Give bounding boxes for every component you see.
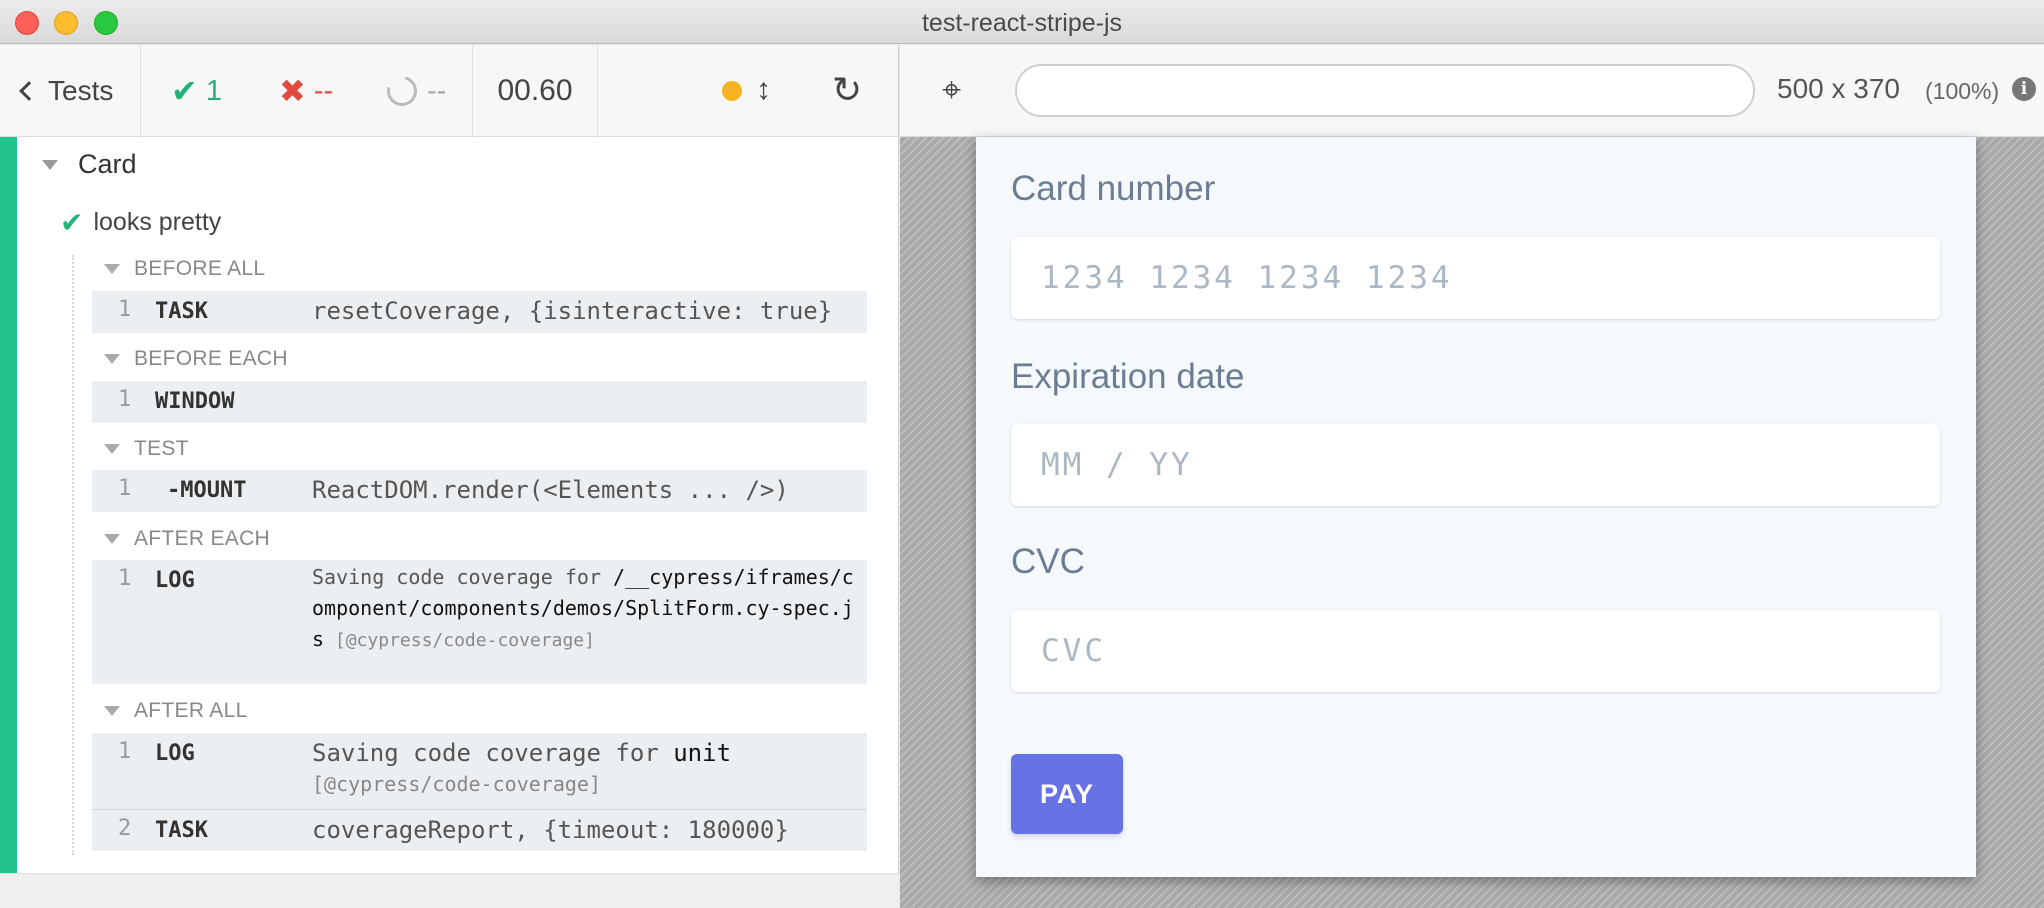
pending-count: -- xyxy=(427,74,447,107)
command-row[interactable]: 1 -MOUNT ReactDOM.render(<Elements ... /… xyxy=(92,470,867,512)
x-icon: ✖ xyxy=(279,73,306,109)
window-titlebar: test-react-stripe-js xyxy=(0,0,2044,44)
triangle-down-icon xyxy=(104,444,120,454)
url-input[interactable] xyxy=(1015,64,1755,117)
command-row[interactable]: 1 LOG Saving code coverage for unit [@cyp… xyxy=(92,733,867,809)
suite-status-bar xyxy=(0,137,17,873)
hook-title: AFTER EACH xyxy=(134,527,271,550)
tests-back-link[interactable]: Tests xyxy=(0,45,141,137)
message-prefix: Saving code coverage for xyxy=(312,739,674,767)
reporter-footer xyxy=(0,873,899,908)
failed-count: -- xyxy=(313,74,334,107)
command-number: 1 xyxy=(118,476,132,501)
command-name: TASK xyxy=(155,818,208,843)
hook-before-all[interactable]: BEFORE ALL xyxy=(104,257,265,281)
hook-test[interactable]: TEST xyxy=(104,437,189,461)
message-suffix: [@cypress/code-coverage] xyxy=(312,772,601,796)
reload-icon[interactable]: ↻ xyxy=(832,69,862,111)
aut-header: ⌖ 500 x 370 (100%) i xyxy=(900,45,2044,137)
hook-title: TEST xyxy=(134,437,189,460)
suite-title: Card xyxy=(78,149,137,179)
suite-header[interactable]: Card xyxy=(42,149,137,180)
command-name: LOG xyxy=(155,741,195,766)
message-suffix: [@cypress/code-coverage] xyxy=(324,630,595,651)
command-log: Card ✔ looks pretty BEFORE ALL 1 TASK re… xyxy=(0,137,899,873)
command-message: coverageReport, {timeout: 180000} xyxy=(312,816,789,844)
test-title: looks pretty xyxy=(93,208,222,236)
window-title: test-react-stripe-js xyxy=(921,9,1123,37)
hook-after-all[interactable]: AFTER ALL xyxy=(104,699,248,723)
command-number: 1 xyxy=(118,566,132,591)
command-message: Saving code coverage for unit [@cypress/c… xyxy=(312,738,832,799)
viewport-size: 500 x 370 xyxy=(1777,73,1900,104)
command-row[interactable]: 1 LOG Saving code coverage for /__cypres… xyxy=(92,560,867,684)
failed-stat: ✖ -- xyxy=(279,72,333,110)
card-number-input[interactable]: 1234 1234 1234 1234 xyxy=(1011,237,1940,319)
command-number: 1 xyxy=(118,739,132,764)
hook-title: BEFORE ALL xyxy=(134,257,266,280)
message-prefix: Saving code coverage for xyxy=(312,565,614,589)
passed-stat: ✔ 1 xyxy=(171,72,222,110)
expiration-date-label: Expiration date xyxy=(1011,357,1245,396)
command-message: Saving code coverage for /__cypress/ifra… xyxy=(312,562,857,656)
message-bold: unit xyxy=(673,739,732,767)
runner-controls: ↕ ↻ xyxy=(598,45,899,137)
command-message: ReactDOM.render(<Elements ... />) xyxy=(312,476,789,504)
cvc-label: CVC xyxy=(1011,542,1085,581)
check-icon: ✔ xyxy=(60,207,84,238)
command-name: TASK xyxy=(155,299,208,324)
vertical-resize-icon[interactable]: ↕ xyxy=(756,73,771,107)
triangle-down-icon xyxy=(104,264,120,274)
pending-stat: -- xyxy=(381,70,447,112)
crosshair-icon[interactable]: ⌖ xyxy=(942,73,961,107)
command-name: LOG xyxy=(155,568,195,593)
tests-back-label: Tests xyxy=(48,75,114,106)
status-dot-icon xyxy=(722,81,742,101)
card-number-label: Card number xyxy=(1011,169,1216,208)
runner-header: Tests ✔ 1 ✖ -- -- 00.60 ↕ ↻ xyxy=(0,45,899,137)
triangle-down-icon xyxy=(104,706,120,716)
command-row[interactable]: 2 TASK coverageReport, {timeout: 180000} xyxy=(92,809,867,851)
run-duration: 00.60 xyxy=(473,45,598,137)
hook-title: BEFORE EACH xyxy=(134,347,288,370)
expiration-date-input[interactable]: MM / YY xyxy=(1011,424,1940,506)
hook-before-each[interactable]: BEFORE EACH xyxy=(104,347,288,371)
command-number: 1 xyxy=(118,387,132,412)
spinner-icon xyxy=(381,70,423,112)
command-row[interactable]: 1 TASK resetCoverage, {isinteractive: tr… xyxy=(92,291,867,333)
command-name: WINDOW xyxy=(155,389,235,414)
command-message: resetCoverage, {isinteractive: true} xyxy=(312,297,833,325)
command-number: 1 xyxy=(118,297,132,322)
passed-count: 1 xyxy=(205,74,222,107)
command-number: 2 xyxy=(118,816,132,841)
command-row[interactable]: 1 WINDOW xyxy=(92,381,867,423)
pay-button[interactable]: PAY xyxy=(1011,754,1123,834)
test-header[interactable]: ✔ looks pretty xyxy=(60,206,221,239)
aut-frame: Card number 1234 1234 1234 1234 Expirati… xyxy=(976,137,1976,877)
command-name: -MOUNT xyxy=(167,478,247,503)
back-chevron-icon xyxy=(19,81,39,101)
check-icon: ✔ xyxy=(171,73,198,109)
triangle-down-icon xyxy=(42,159,58,170)
triangle-down-icon xyxy=(104,354,120,364)
triangle-down-icon xyxy=(104,534,120,544)
cvc-input[interactable]: CVC xyxy=(1011,610,1940,692)
hook-title: AFTER ALL xyxy=(134,699,248,722)
test-stats: ✔ 1 ✖ -- -- xyxy=(141,45,473,137)
hook-after-each[interactable]: AFTER EACH xyxy=(104,527,270,551)
info-icon[interactable]: i xyxy=(2012,77,2036,101)
viewport-scale: (100%) xyxy=(1925,78,2000,104)
hooks-guide-line xyxy=(72,255,74,855)
